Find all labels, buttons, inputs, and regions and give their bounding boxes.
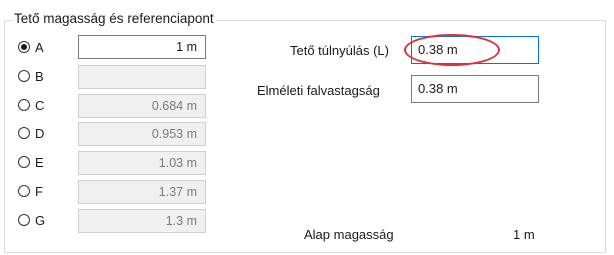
radio-icon[interactable] (18, 127, 30, 139)
option-label: D (35, 125, 45, 141)
option-label: G (35, 212, 46, 228)
option-a[interactable]: A (18, 34, 44, 60)
option-c-value: 0.684 m (78, 94, 206, 118)
option-g-value: 1.3 m (78, 209, 206, 233)
radio-icon[interactable] (18, 99, 30, 111)
radio-icon[interactable] (18, 185, 30, 197)
base-height-value: 1 m (513, 227, 535, 242)
option-label: A (35, 39, 44, 55)
option-f-value: 1.37 m (78, 180, 206, 204)
option-b[interactable]: B (18, 63, 44, 89)
option-label: B (35, 68, 44, 84)
option-label: E (35, 154, 44, 170)
group-title: Tető magasság és referenciapont (12, 10, 216, 28)
option-e[interactable]: E (18, 149, 44, 175)
radio-icon[interactable] (18, 70, 30, 82)
option-d-value: 0.953 m (78, 122, 206, 146)
option-f[interactable]: F (18, 178, 43, 204)
radio-icon[interactable] (18, 214, 30, 226)
radio-icon[interactable] (18, 41, 30, 53)
base-height-label: Alap magasság (304, 227, 394, 242)
wall-thickness-input[interactable]: 0.38 m (411, 75, 539, 103)
option-label: F (35, 183, 43, 199)
option-g[interactable]: G (18, 207, 45, 233)
option-a-value[interactable]: 1 m (78, 35, 206, 59)
option-e-value: 1.03 m (78, 151, 206, 175)
option-label: C (35, 97, 45, 113)
option-c[interactable]: C (18, 92, 44, 118)
option-d[interactable]: D (18, 120, 44, 146)
option-b-value (78, 65, 206, 89)
wall-thickness-label: Elméleti falvastagság (257, 83, 380, 98)
radio-icon[interactable] (18, 156, 30, 168)
overhang-label: Tető túlnyúlás (L) (290, 43, 389, 58)
overhang-input[interactable]: 0.38 m (411, 36, 539, 64)
